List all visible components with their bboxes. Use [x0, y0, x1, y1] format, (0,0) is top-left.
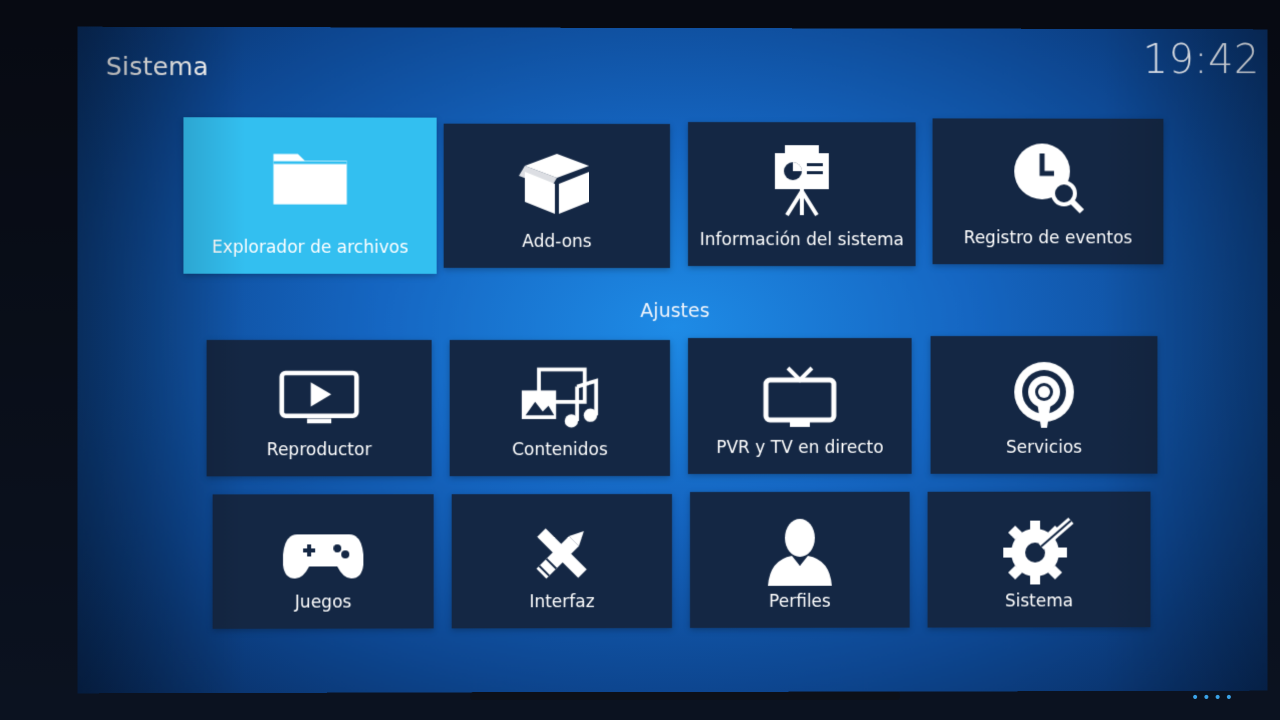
box-icon [517, 146, 597, 220]
tile-label: Juegos [294, 592, 352, 613]
folder-icon [270, 139, 350, 213]
tile-pvr-tv[interactable]: PVR y TV en directo [687, 338, 912, 474]
kodi-screen: Sistema 19:42 Explorador de archivos Add… [77, 26, 1268, 694]
page-title: Sistema [105, 51, 209, 82]
tv-stand [470, 692, 900, 700]
tile-label: Información del sistema [699, 230, 904, 251]
tile-label: Servicios [1006, 437, 1083, 458]
user-icon [760, 514, 840, 588]
tile-label: PVR y TV en directo [716, 437, 884, 458]
broadcast-icon [1004, 358, 1084, 432]
play-monitor-icon [278, 362, 359, 436]
tile-file-manager[interactable]: Explorador de archivos [183, 117, 437, 274]
tv-bezel: Sistema 19:42 Explorador de archivos Add… [0, 0, 1280, 720]
tile-media[interactable]: Contenidos [449, 339, 671, 477]
media-icon [520, 362, 600, 436]
presentation-icon [762, 144, 842, 218]
tile-label: Interfaz [529, 592, 595, 613]
section-heading: Ajustes [640, 299, 710, 323]
tile-label: Perfiles [769, 591, 831, 612]
gamepad-icon [283, 516, 364, 590]
tile-label: Registro de eventos [963, 228, 1133, 249]
clock-search-icon [1008, 140, 1088, 214]
tile-label: Contenidos [511, 440, 608, 461]
tile-label: Reproductor [266, 440, 372, 461]
tile-label: Sistema [1005, 591, 1074, 612]
tile-label: Explorador de archivos [211, 237, 409, 258]
tile-addons[interactable]: Add-ons [443, 123, 671, 268]
tile-event-log[interactable]: Registro de eventos [932, 118, 1164, 265]
pencil-ruler-icon [522, 516, 602, 590]
tile-games[interactable]: Juegos [212, 494, 434, 629]
tile-system[interactable]: Sistema [927, 491, 1151, 628]
tile-profiles[interactable]: Perfiles [689, 491, 910, 628]
tv-icon [760, 360, 840, 434]
status-dots: •••• [1190, 690, 1236, 706]
tile-services[interactable]: Servicios [930, 336, 1158, 474]
tile-system-info[interactable]: Información del sistema [687, 122, 916, 267]
tile-label: Add-ons [522, 231, 592, 252]
tile-interface[interactable]: Interfaz [451, 494, 673, 629]
gear-wrench-icon [999, 514, 1079, 588]
tile-player[interactable]: Reproductor [206, 339, 432, 477]
clock: 19:42 [1142, 36, 1260, 84]
